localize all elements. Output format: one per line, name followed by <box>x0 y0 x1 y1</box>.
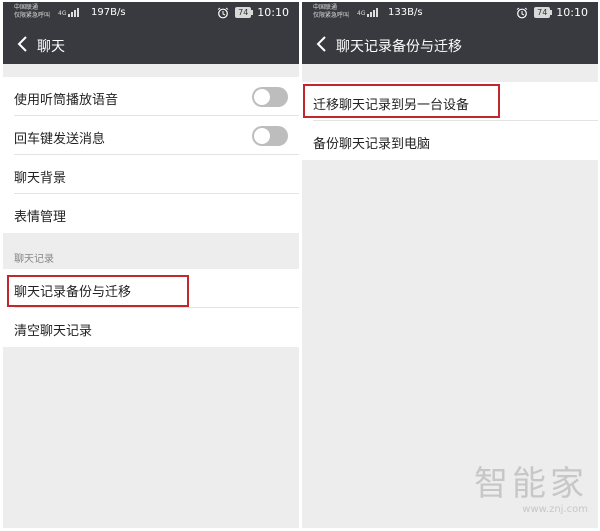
setting-label: 清空聊天记录 <box>14 324 93 339</box>
back-arrow-icon[interactable] <box>11 31 35 57</box>
carrier-name: 中国联通 <box>14 4 39 11</box>
setting-label: 使用听筒播放语音 <box>14 93 119 108</box>
battery-icon: 74 <box>235 7 254 18</box>
setting-chat-background[interactable]: 聊天背景 <box>3 155 299 194</box>
page-title: 聊天记录备份与迁移 <box>336 39 462 55</box>
setting-label: 表情管理 <box>14 210 67 225</box>
backup-migrate-screen: 中国联通 仅限紧急呼叫 4G 133B/s 74 10:10 聊天记录备份与迁移… <box>302 2 598 528</box>
alarm-icon <box>217 7 229 18</box>
navigation-bar: 聊天记录备份与迁移 <box>302 24 598 64</box>
alarm-icon <box>516 7 528 18</box>
page-title: 聊天 <box>37 39 65 55</box>
section-title: 聊天记录 <box>14 254 54 265</box>
carrier-name: 中国联通 <box>313 4 338 11</box>
carrier-status: 仅限紧急呼叫 <box>313 12 350 19</box>
watermark-logo: 智能家 <box>474 464 588 504</box>
carrier-info: 中国联通 仅限紧急呼叫 <box>14 4 50 20</box>
watermark: 智能家 www.znj.com <box>474 466 588 516</box>
watermark-url: www.znj.com <box>522 504 588 515</box>
carrier-info: 中国联通 仅限紧急呼叫 <box>313 4 349 20</box>
setting-enter-to-send[interactable]: 回车键发送消息 <box>3 116 299 155</box>
setting-label: 回车键发送消息 <box>14 132 106 147</box>
battery-icon: 74 <box>534 7 553 18</box>
status-bar: 中国联通 仅限紧急呼叫 4G 133B/s 74 10:10 <box>302 2 598 24</box>
earpiece-voice-toggle[interactable] <box>252 87 288 107</box>
status-time: 10:10 <box>257 6 289 19</box>
network-type: 4G <box>357 10 366 17</box>
network-speed: 197B/s <box>91 7 126 18</box>
status-bar: 中国联通 仅限紧急呼叫 4G 197B/s 74 10:10 <box>3 2 299 24</box>
setting-clear-history[interactable]: 清空聊天记录 <box>3 308 299 347</box>
setting-label: 聊天背景 <box>14 171 67 186</box>
option-backup-to-pc[interactable]: 备份聊天记录到电脑 <box>302 121 598 160</box>
network-type: 4G <box>58 10 67 17</box>
status-time: 10:10 <box>556 6 588 19</box>
setting-earpiece-voice[interactable]: 使用听筒播放语音 <box>3 77 299 116</box>
signal-icon: 4G <box>357 8 381 17</box>
network-speed: 133B/s <box>388 7 423 18</box>
carrier-status: 仅限紧急呼叫 <box>14 12 51 19</box>
highlight-box <box>7 275 189 307</box>
chat-settings-screen: 中国联通 仅限紧急呼叫 4G 197B/s 74 10:10 聊天 使用听筒播放… <box>3 2 299 528</box>
enter-to-send-toggle[interactable] <box>252 126 288 146</box>
navigation-bar: 聊天 <box>3 24 299 64</box>
highlight-box <box>303 84 500 118</box>
option-label: 备份聊天记录到电脑 <box>313 137 431 152</box>
section-header-chat-history: 聊天记录 <box>3 233 299 269</box>
setting-sticker-management[interactable]: 表情管理 <box>3 194 299 233</box>
back-arrow-icon[interactable] <box>310 31 334 57</box>
signal-icon: 4G <box>58 8 82 17</box>
